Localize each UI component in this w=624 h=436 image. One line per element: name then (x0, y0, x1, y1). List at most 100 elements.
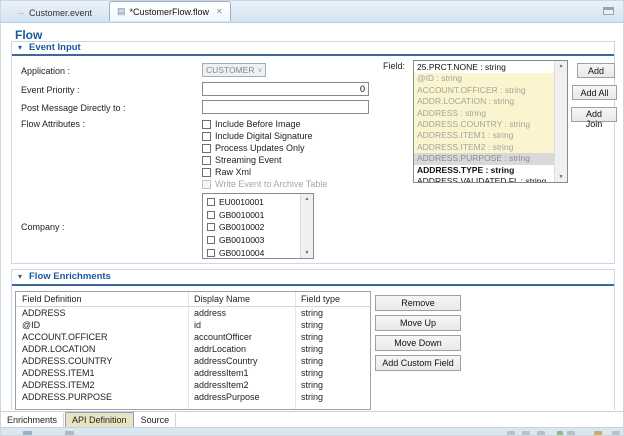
statusbar-icon[interactable] (557, 431, 563, 436)
statusbar-icon[interactable] (23, 431, 32, 436)
field-list-item[interactable]: ADDRESS.VALIDATED.FL : string (414, 176, 554, 183)
table-row[interactable]: ADDRESS.PURPOSE addressPurpose string (16, 391, 370, 403)
editor-tab-label: Customer.event (29, 8, 92, 18)
company-label: Company : (21, 222, 65, 232)
field-list-item[interactable]: ADDR.LOCATION : string (414, 96, 554, 107)
company-scrollbar[interactable]: ▲ ▼ (300, 194, 313, 258)
flow-enrichments-header[interactable]: Flow Enrichments (29, 271, 111, 282)
column-header[interactable]: Field type (295, 294, 370, 304)
company-option[interactable]: EU0010001 (203, 196, 300, 209)
event-priority-label: Event Priority : (21, 85, 80, 95)
collapse-section-icon[interactable]: ▾ (18, 272, 22, 281)
statusbar-icon[interactable] (567, 431, 575, 436)
table-row[interactable]: ADDRESS address string (16, 307, 370, 319)
flow-attributes-label: Flow Attributes : (21, 119, 85, 129)
checkbox-label: Include Digital Signature (215, 131, 313, 141)
checkbox-include-digital-signature[interactable]: Include Digital Signature (202, 131, 313, 141)
application-dropdown[interactable]: CUSTOMER ∨ (202, 63, 266, 77)
editor-tab-label: *CustomerFlow.flow (130, 7, 210, 17)
event-input-header[interactable]: Event Input (29, 42, 81, 53)
table-header-row: Field Definition Display Name Field type (16, 292, 370, 307)
checkbox-label: Include Before Image (215, 119, 301, 129)
checkbox-include-before-image[interactable]: Include Before Image (202, 119, 301, 129)
scroll-up-icon[interactable]: ▲ (555, 61, 567, 71)
company-listbox[interactable]: EU0010001 GB0010001 GB0010002 GB0010003 … (202, 193, 314, 259)
add-join-button[interactable]: Add Join (571, 107, 617, 122)
checkbox-icon (202, 180, 211, 189)
checkbox-raw-xml[interactable]: Raw Xml (202, 167, 251, 177)
field-list-item[interactable]: ADDRESS.PURPOSE : string (414, 153, 554, 164)
page-title: Flow (15, 28, 42, 42)
editor-tab-customer-event[interactable]: → Customer.event (9, 3, 99, 22)
company-option[interactable]: GB0010004 (203, 246, 300, 259)
checkbox-label: Write Event to Archive Table (215, 179, 327, 189)
table-row[interactable]: ADDRESS.ITEM1 addressItem1 string (16, 367, 370, 379)
flow-file-icon: ▤ (117, 7, 126, 16)
minimize-view-icon[interactable] (603, 7, 614, 15)
field-list-item[interactable]: ADDRESS : string (414, 108, 554, 119)
checkbox-label: Streaming Event (215, 155, 282, 165)
status-bar (1, 427, 624, 436)
post-message-label: Post Message Directly to : (21, 103, 126, 113)
section-rule (12, 284, 614, 286)
column-header[interactable]: Field Definition (16, 294, 188, 304)
field-list-item[interactable]: ADDRESS.COUNTRY : string (414, 119, 554, 130)
field-list-item[interactable]: ACCOUNT.OFFICER : string (414, 85, 554, 96)
checkbox-icon (207, 211, 215, 219)
field-listbox[interactable]: 25.PRCT.NONE : string @ID : string ACCOU… (413, 60, 568, 183)
checkbox-icon (202, 120, 211, 129)
company-option[interactable]: GB0010003 (203, 234, 300, 247)
event-priority-input[interactable] (202, 82, 369, 96)
checkbox-icon (207, 249, 215, 257)
add-custom-field-button[interactable]: Add Custom Field (375, 355, 461, 371)
field-list-item[interactable]: ADDRESS.ITEM2 : string (414, 142, 554, 153)
statusbar-icon[interactable] (507, 431, 515, 436)
scroll-down-icon[interactable]: ▼ (555, 172, 567, 182)
checkbox-process-updates-only[interactable]: Process Updates Only (202, 143, 305, 153)
checkbox-icon (202, 156, 211, 165)
statusbar-icon[interactable] (612, 431, 620, 436)
checkbox-streaming-event[interactable]: Streaming Event (202, 155, 282, 165)
statusbar-icon[interactable] (594, 431, 602, 436)
section-rule (12, 54, 614, 56)
application-label: Application : (21, 66, 70, 76)
enrichments-table[interactable]: Field Definition Display Name Field type… (15, 291, 371, 410)
checkbox-icon (202, 168, 211, 177)
editor-tab-customerflow[interactable]: ▤ *CustomerFlow.flow ✕ (109, 1, 231, 21)
tab-source[interactable]: Source (135, 413, 177, 427)
scroll-down-icon[interactable]: ▼ (301, 248, 313, 258)
move-down-button[interactable]: Move Down (375, 335, 461, 351)
column-separator (295, 292, 296, 409)
scroll-up-icon[interactable]: ▲ (301, 194, 313, 204)
checkbox-icon (202, 144, 211, 153)
post-message-input[interactable] (202, 100, 369, 114)
add-button[interactable]: Add (577, 63, 615, 78)
column-header[interactable]: Display Name (188, 294, 295, 304)
add-all-button[interactable]: Add All (572, 85, 617, 100)
bottom-tabbar: Enrichments API Definition Source (1, 411, 624, 428)
tab-enrichments[interactable]: Enrichments (1, 413, 64, 427)
move-up-button[interactable]: Move Up (375, 315, 461, 331)
field-list-item[interactable]: ADDRESS.ITEM1 : string (414, 130, 554, 141)
close-tab-icon[interactable]: ✕ (216, 7, 223, 16)
table-row[interactable]: ADDR.LOCATION addrLocation string (16, 343, 370, 355)
table-row[interactable]: @ID id string (16, 319, 370, 331)
field-list-item[interactable]: 25.PRCT.NONE : string (414, 62, 554, 73)
statusbar-icon[interactable] (522, 431, 530, 436)
event-file-icon: → (16, 8, 25, 17)
table-row[interactable]: ACCOUNT.OFFICER accountOfficer string (16, 331, 370, 343)
statusbar-icon[interactable] (65, 431, 74, 436)
table-row[interactable]: ADDRESS.COUNTRY addressCountry string (16, 355, 370, 367)
remove-button[interactable]: Remove (375, 295, 461, 311)
tab-api-definition[interactable]: API Definition (65, 412, 134, 428)
field-list-item[interactable]: @ID : string (414, 73, 554, 84)
editor-tabbar: → Customer.event ▤ *CustomerFlow.flow ✕ (1, 1, 624, 23)
field-scrollbar[interactable]: ▲ ▼ (554, 61, 567, 182)
company-option[interactable]: GB0010001 (203, 209, 300, 222)
table-row[interactable]: ADDRESS.ITEM2 addressItem2 string (16, 379, 370, 391)
statusbar-icon[interactable] (537, 431, 545, 436)
company-option[interactable]: GB0010002 (203, 221, 300, 234)
collapse-section-icon[interactable]: ▾ (18, 43, 22, 52)
field-list-item[interactable]: ADDRESS.TYPE : string (414, 165, 554, 176)
checkbox-label: Raw Xml (215, 167, 251, 177)
